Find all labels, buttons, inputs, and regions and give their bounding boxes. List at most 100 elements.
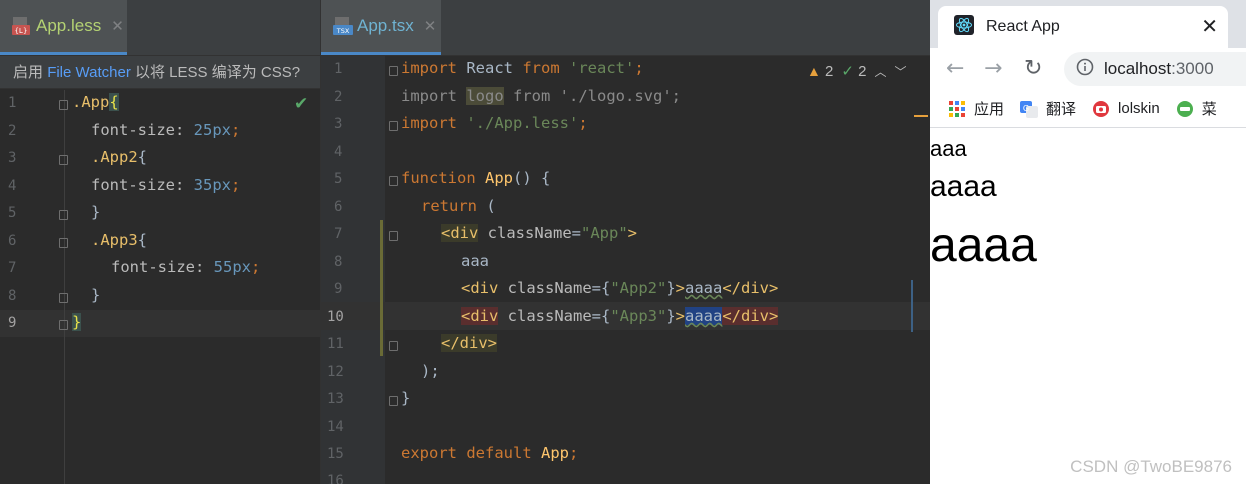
less-file-icon: {L} (12, 16, 30, 36)
file-watcher-link[interactable]: File Watcher (47, 64, 131, 81)
value: 25px (193, 121, 231, 139)
code-line: import logo from './logo.svg'; (401, 87, 681, 105)
punctuation: = (571, 224, 581, 242)
browser-tab-title: React App (986, 18, 1060, 35)
close-icon[interactable]: ✕ (111, 17, 124, 35)
line-number: 2 (334, 89, 343, 105)
line-number-current: 9 (8, 315, 17, 331)
keyword: from (522, 59, 560, 77)
url-host: localhost (1104, 59, 1172, 78)
warning-count[interactable]: ▲ 2 (807, 63, 833, 80)
code-line: } (91, 286, 101, 304)
attribute: className (498, 279, 592, 297)
file-watcher-banner: 启用 File Watcher 以将 LESS 编译为 CSS? (0, 56, 320, 89)
chevron-up-icon[interactable]: ︿ (874, 63, 886, 80)
code-line: .App3{ (91, 231, 147, 249)
double-check-icon: ✓ (841, 63, 854, 80)
code-line: <div className={"App3"}>aaaa</div> (461, 307, 779, 325)
fold-icon[interactable] (389, 396, 398, 406)
line-number: 13 (327, 391, 344, 407)
line-number: 5 (8, 205, 17, 221)
code-line: font-size: 25px; (91, 121, 240, 139)
ok-count[interactable]: ✓ 2 (841, 62, 866, 80)
semicolon: ; (230, 121, 241, 139)
jsx-text-selected: aaaa (685, 307, 723, 325)
reload-icon[interactable]: ↻ (1024, 56, 1042, 81)
semicolon: ; (578, 114, 588, 132)
app2-text: aaaa (930, 170, 997, 203)
attribute: className (498, 307, 592, 325)
line-number: 6 (8, 233, 17, 249)
line-number-current: 10 (327, 309, 344, 325)
bookmarks-bar: 应用 G 翻译 lolskin 菜 (930, 90, 1246, 128)
apps-grid-icon (948, 100, 966, 118)
brace: { (109, 93, 119, 111)
property: font-size: (111, 258, 214, 276)
browser-tab[interactable]: React App ✕ (938, 6, 1228, 48)
bookmark-menu[interactable]: 菜 (1176, 98, 1217, 119)
bookmark-apps[interactable]: 应用 (948, 98, 1004, 119)
code-line: } (72, 313, 82, 331)
fold-icon[interactable] (59, 155, 68, 165)
line-number: 4 (8, 178, 17, 194)
code-line: .App{ (72, 93, 119, 111)
keyword: export default (401, 444, 532, 462)
fold-icon[interactable] (59, 210, 68, 220)
tag: <div (461, 307, 499, 325)
ok-count-value: 2 (858, 63, 867, 80)
browser-tab-strip: React App ✕ (930, 0, 1246, 48)
tsx-file-icon: TSX (333, 16, 353, 36)
line-number: 9 (334, 281, 343, 297)
semicolon: ; (568, 444, 579, 462)
punctuation: } (666, 279, 676, 297)
tag: <div (461, 279, 499, 297)
value: 55px (213, 258, 251, 276)
punctuation: ( (477, 197, 496, 215)
line-number: 2 (8, 123, 17, 139)
tab-label: App.tsx (357, 16, 414, 35)
info-icon[interactable] (1076, 58, 1094, 80)
fold-icon[interactable] (389, 66, 398, 76)
semicolon: ; (230, 176, 241, 194)
fold-icon[interactable] (389, 231, 398, 241)
tag: <div (441, 224, 479, 242)
close-icon[interactable]: ✕ (1201, 14, 1218, 38)
semicolon: ; (671, 87, 681, 105)
fold-icon[interactable] (59, 238, 68, 248)
line-number: 11 (327, 336, 344, 352)
bookmark-label: 菜 (1201, 101, 1217, 118)
bookmark-lolskin[interactable]: lolskin (1092, 100, 1160, 118)
tab-app-less[interactable]: {L} App.less ✕ (0, 0, 127, 55)
code-line: } (401, 389, 411, 407)
semicolon: ; (250, 258, 261, 276)
keyword: from (503, 87, 560, 105)
identifier: React (457, 59, 523, 77)
code-line: font-size: 55px; (111, 258, 260, 276)
fold-icon[interactable] (389, 176, 398, 186)
fold-icon[interactable] (59, 293, 68, 303)
bookmark-label: lolskin (1118, 100, 1160, 117)
back-arrow-icon[interactable]: ← (946, 56, 964, 81)
scroll-marker (911, 280, 913, 332)
punctuation: } (666, 307, 676, 325)
inspection-widget[interactable]: ▲ 2 ✓ 2 ︿ ﹀ (807, 62, 907, 81)
line-number: 7 (8, 260, 17, 276)
translate-icon: G (1020, 100, 1039, 118)
warning-marker (914, 115, 928, 117)
code-line: <div className="App"> (441, 224, 637, 242)
fold-icon[interactable] (389, 341, 398, 351)
line-number: 1 (8, 95, 17, 111)
fold-icon[interactable] (389, 121, 398, 131)
string: "App2" (610, 279, 667, 297)
close-icon[interactable]: ✕ (424, 17, 437, 35)
address-bar[interactable]: localhost:3000 (1064, 52, 1246, 86)
code-line: .App2{ (91, 148, 147, 166)
fold-icon[interactable] (59, 100, 68, 110)
tab-app-tsx[interactable]: TSX App.tsx ✕ (321, 0, 441, 55)
forward-arrow-icon[interactable]: → (984, 56, 1002, 81)
gutter-separator (64, 90, 65, 484)
selector: .App3 (91, 231, 138, 249)
fold-icon[interactable] (59, 320, 68, 330)
bookmark-translate[interactable]: G 翻译 (1020, 98, 1076, 119)
chevron-down-icon[interactable]: ﹀ (894, 63, 906, 80)
